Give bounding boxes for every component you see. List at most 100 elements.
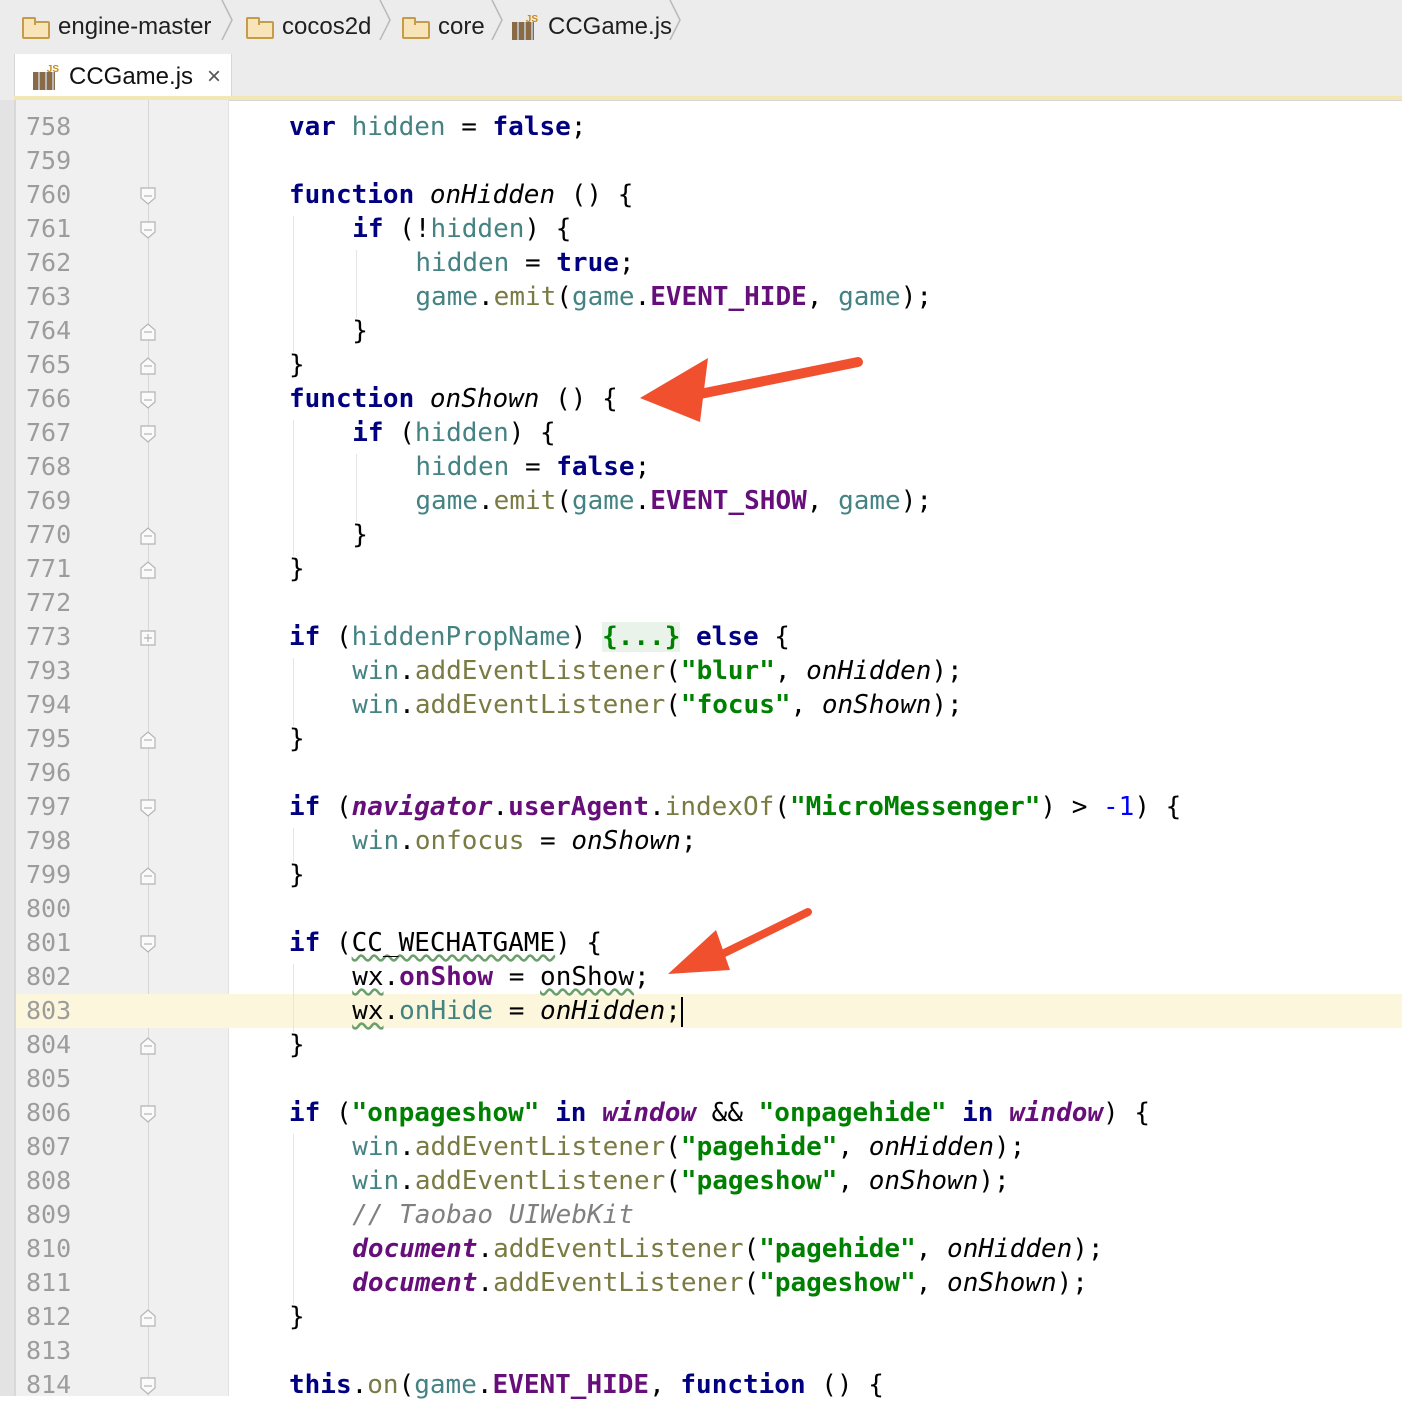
code-line[interactable]: 758 var hidden = false; [0, 110, 1402, 144]
code-token: EVENT_HIDE [650, 282, 807, 312]
line-number: 813 [26, 1336, 72, 1365]
line-number: 799 [26, 860, 72, 889]
line-number: 764 [26, 316, 72, 345]
code-token: ( [383, 418, 415, 448]
code-line[interactable]: 798 win.onfocus = onShown; [0, 824, 1402, 858]
code-token: (! [383, 214, 431, 244]
code-line[interactable]: 812} [0, 1300, 1402, 1334]
line-number: 798 [26, 826, 72, 855]
code-line[interactable]: 813 [0, 1334, 1402, 1368]
line-number: 810 [26, 1234, 72, 1263]
code-line[interactable]: 773 if (hiddenPropName) {...} else { [0, 620, 1402, 654]
code-token: var [289, 112, 336, 142]
code-line[interactable]: 810 document.addEventListener("pagehide",… [0, 1232, 1402, 1266]
code-line[interactable]: 808 win.addEventListener("pageshow", onSh… [0, 1164, 1402, 1198]
fold-collapse-icon[interactable] [140, 799, 156, 817]
code-token: win [352, 1132, 400, 1162]
code-line[interactable]: 797 if (navigator.userAgent.indexOf("Micr… [0, 790, 1402, 824]
line-number: 807 [26, 1132, 72, 1161]
code-token: . [399, 1166, 415, 1196]
code-line[interactable]: 809 // Taobao UIWebKit [0, 1198, 1402, 1232]
code-line[interactable]: 770} [0, 518, 1402, 552]
fold-collapse-icon[interactable] [140, 935, 156, 953]
fold-collapse-icon[interactable] [140, 391, 156, 409]
code-line[interactable]: 814 this.on(game.EVENT_HIDE, function () … [0, 1368, 1402, 1402]
code-line[interactable]: 762 hidden = true; [0, 246, 1402, 280]
code-text: } [289, 1028, 305, 1062]
code-token: window [1009, 1098, 1104, 1128]
code-token: . [383, 996, 400, 1026]
line-number: 765 [26, 350, 72, 379]
code-text: if (!hidden) { [352, 212, 571, 246]
tab-ccgame-js[interactable]: JS CCGame.js × [14, 54, 232, 100]
fold-end-icon[interactable] [140, 731, 156, 749]
code-line[interactable]: 760 function onHidden () { [0, 178, 1402, 212]
line-number: 766 [26, 384, 72, 413]
code-token: onHidden [429, 180, 556, 210]
code-line[interactable]: 793 win.addEventListener("blur", onHidden… [0, 654, 1402, 688]
breadcrumb-item-ccgame[interactable]: JS CCGame.js [512, 0, 672, 54]
code-token: . [477, 1268, 494, 1298]
fold-end-icon[interactable] [140, 867, 156, 885]
code-line[interactable]: 804} [0, 1028, 1402, 1062]
breadcrumb-item-cocos2d[interactable]: cocos2d [246, 0, 371, 54]
code-line[interactable]: 803 wx.onHide = onHidden; [0, 994, 1402, 1028]
code-text: game.emit(game.EVENT_HIDE, game); [415, 280, 932, 314]
line-number: 758 [26, 112, 72, 141]
folder-icon [402, 17, 430, 39]
code-token: ) { [1103, 1098, 1150, 1128]
fold-expand-icon[interactable] [140, 629, 156, 646]
code-line[interactable]: 805 [0, 1062, 1402, 1096]
code-line[interactable]: 795} [0, 722, 1402, 756]
fold-collapse-icon[interactable] [140, 187, 156, 205]
code-line[interactable]: 772 [0, 586, 1402, 620]
code-text: win.addEventListener("focus", onShown); [352, 688, 963, 722]
code-line[interactable]: 763 game.emit(game.EVENT_HIDE, game); [0, 280, 1402, 314]
code-text: if (hiddenPropName) {...} else { [289, 620, 790, 654]
line-number: 803 [26, 996, 72, 1025]
fold-collapse-icon[interactable] [140, 1377, 156, 1395]
code-line[interactable]: 794 win.addEventListener("focus", onShown… [0, 688, 1402, 722]
code-token: ( [556, 486, 572, 516]
code-token: . [634, 282, 651, 312]
code-text: } [289, 552, 305, 586]
fold-collapse-icon[interactable] [140, 1105, 156, 1123]
close-icon[interactable]: × [207, 63, 221, 91]
fold-end-icon[interactable] [140, 1309, 156, 1327]
line-number: 797 [26, 792, 72, 821]
fold-collapse-icon[interactable] [140, 425, 156, 443]
code-line[interactable]: 806 if ("onpageshow" in window && "onpage… [0, 1096, 1402, 1130]
fold-collapse-icon[interactable] [140, 221, 156, 239]
code-token: addEventListener [414, 1166, 666, 1196]
breadcrumb-label: CCGame.js [548, 13, 673, 40]
code-token: game [415, 486, 479, 516]
line-number: 772 [26, 588, 72, 617]
code-line[interactable]: 761 if (!hidden) { [0, 212, 1402, 246]
fold-end-icon[interactable] [140, 323, 156, 341]
code-text: document.addEventListener("pagehide", on… [352, 1232, 1103, 1266]
code-line[interactable]: 811 document.addEventListener("pageshow",… [0, 1266, 1402, 1300]
code-token: win [352, 690, 400, 720]
code-line[interactable]: 796 [0, 756, 1402, 790]
js-file-icon: JS [512, 14, 538, 40]
code-token: win [352, 656, 400, 686]
fold-end-icon[interactable] [140, 1037, 156, 1055]
code-line[interactable]: 807 win.addEventListener("pagehide", onHi… [0, 1130, 1402, 1164]
breadcrumb-item-core[interactable]: core [402, 0, 485, 54]
code-line[interactable]: 771} [0, 552, 1402, 586]
code-text: wx.onShow = onShow; [352, 960, 649, 994]
fold-end-icon[interactable] [140, 527, 156, 545]
code-line[interactable]: 769 game.emit(game.EVENT_SHOW, game); [0, 484, 1402, 518]
code-line[interactable]: 799} [0, 858, 1402, 892]
chevron-right-icon [221, 0, 233, 40]
code-token: userAgent [508, 792, 650, 822]
fold-end-icon[interactable] [140, 357, 156, 375]
fold-end-icon[interactable] [140, 561, 156, 579]
line-number: 759 [26, 146, 72, 175]
code-line[interactable]: 759 [0, 144, 1402, 178]
code-token: win [352, 826, 400, 856]
breadcrumb-item-engine-master[interactable]: engine-master [22, 0, 211, 54]
line-number: 800 [26, 894, 72, 923]
code-line[interactable]: 768 hidden = false; [0, 450, 1402, 484]
